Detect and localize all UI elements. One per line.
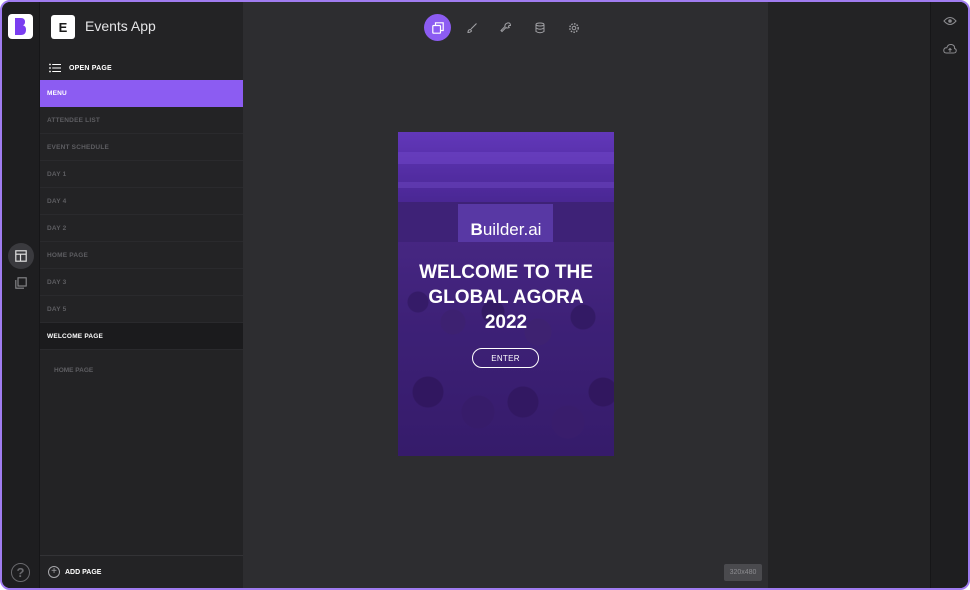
left-rail: ? [2, 2, 40, 588]
page-item-day-4[interactable]: DAY 4 [40, 188, 243, 215]
eye-icon[interactable] [943, 14, 959, 28]
app-window: ? E Events App OPEN PAGE MENU ATTENDEE L… [0, 0, 970, 590]
design-canvas: Builder.ai WELCOME TO THE GLOBAL AGORA 2… [243, 2, 768, 588]
brush-icon[interactable] [458, 14, 485, 41]
plus-circle-icon: + [48, 566, 60, 578]
properties-panel [768, 2, 930, 588]
list-icon [49, 63, 61, 73]
top-toolbar [424, 14, 587, 41]
builder-ai-logo-mark: B [470, 220, 483, 239]
app-header: E Events App [40, 2, 243, 52]
gear-icon[interactable] [560, 14, 587, 41]
database-icon[interactable] [526, 14, 553, 41]
page-item-welcome-page[interactable]: WELCOME PAGE [40, 323, 243, 350]
open-page-label: OPEN PAGE [69, 64, 112, 72]
layout-icon[interactable] [8, 243, 34, 269]
screen-preview[interactable]: Builder.ai WELCOME TO THE GLOBAL AGORA 2… [398, 132, 614, 456]
app-title: Events App [85, 18, 156, 34]
wrench-icon[interactable] [492, 14, 519, 41]
page-panel: E Events App OPEN PAGE MENU ATTENDEE LIS… [40, 2, 243, 588]
cloud-upload-icon[interactable] [943, 42, 959, 56]
app-icon[interactable]: E [51, 15, 75, 39]
page-item-day-1[interactable]: DAY 1 [40, 161, 243, 188]
page-item-event-schedule[interactable]: EVENT SCHEDULE [40, 134, 243, 161]
builder-ai-logo: Builder.ai [398, 220, 614, 240]
enter-button[interactable]: ENTER [472, 348, 539, 368]
add-page-label: ADD PAGE [65, 568, 102, 576]
add-page-button[interactable]: + ADD PAGE [40, 555, 243, 588]
page-item-day-2[interactable]: DAY 2 [40, 215, 243, 242]
welcome-heading-line: GLOBAL AGORA [428, 287, 584, 308]
help-icon[interactable]: ? [11, 563, 30, 582]
builder-logo[interactable] [8, 14, 33, 39]
layers-icon[interactable] [424, 14, 451, 41]
page-item-home-page[interactable]: HOME PAGE [40, 242, 243, 269]
screen-size-badge: 320x480 [724, 564, 762, 581]
page-list: MENU ATTENDEE LIST EVENT SCHEDULE DAY 1 … [40, 80, 243, 390]
builder-ai-logo-text: uilder.ai [482, 220, 542, 239]
gallery-icon[interactable] [8, 270, 34, 296]
sub-item-home-page[interactable]: HOME PAGE [40, 350, 243, 390]
welcome-heading-line: 2022 [484, 312, 528, 333]
builder-logo-icon [15, 18, 26, 35]
welcome-heading: WELCOME TO THE GLOBAL AGORA 2022 [398, 260, 614, 335]
welcome-heading-line: WELCOME TO THE [419, 262, 593, 283]
page-item-attendee-list[interactable]: ATTENDEE LIST [40, 107, 243, 134]
page-item-day-5[interactable]: DAY 5 [40, 296, 243, 323]
right-rail [930, 2, 968, 588]
page-item-menu[interactable]: MENU [40, 80, 243, 107]
open-page-button[interactable]: OPEN PAGE [40, 57, 243, 79]
page-item-day-3[interactable]: DAY 3 [40, 269, 243, 296]
